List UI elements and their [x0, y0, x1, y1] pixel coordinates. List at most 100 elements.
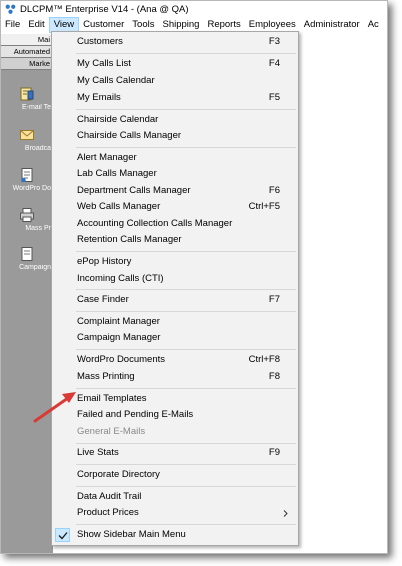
sidebar-item-label: Mass Pr: [25, 225, 51, 232]
menu-item-my-calls-list[interactable]: My Calls List F4: [52, 56, 298, 72]
sidebar-item-wordpro-documents[interactable]: WordPro Do: [1, 167, 53, 192]
menu-item-corporate-directory[interactable]: Corporate Directory: [52, 467, 298, 483]
menu-file[interactable]: File: [1, 17, 24, 33]
menu-item-label: My Calls Calendar: [77, 75, 155, 86]
menu-item-shortcut: F5: [268, 92, 280, 103]
menu-item-label: Incoming Calls (CTI): [77, 273, 164, 284]
sidebar-item-label: Broadca: [24, 145, 51, 152]
menu-item-label: Web Calls Manager: [77, 201, 161, 212]
menu-item-label: Case Finder: [77, 294, 129, 305]
menu-item-label: Customers: [77, 36, 123, 47]
menu-item-label: My Emails: [77, 92, 121, 103]
menu-item-customers[interactable]: Customers F3: [52, 34, 298, 50]
menu-separator: [76, 349, 296, 350]
sidebar-item-email-templates[interactable]: E-mail Te: [1, 86, 53, 111]
menu-item-label: Show Sidebar Main Menu: [77, 529, 186, 540]
menu-item-epop-history[interactable]: ePop History: [52, 254, 298, 270]
app-logo-icon: [5, 4, 16, 14]
menu-item-chairside-calls-manager[interactable]: Chairside Calls Manager: [52, 128, 298, 144]
menu-separator: [76, 53, 296, 54]
menu-item-mass-printing[interactable]: Mass Printing F8: [52, 369, 298, 385]
sidebar-tab-automated[interactable]: Automated: [1, 46, 53, 58]
menu-item-label: Complaint Manager: [77, 316, 160, 327]
menu-item-department-calls-manager[interactable]: Department Calls Manager F6: [52, 183, 298, 199]
menu-item-label: WordPro Documents: [77, 354, 165, 365]
menu-item-label: Corporate Directory: [77, 469, 160, 480]
menu-item-show-sidebar-main-menu[interactable]: Show Sidebar Main Menu: [52, 527, 298, 543]
menu-item-label: Live Stats: [77, 447, 119, 458]
menu-separator: [76, 524, 296, 525]
menu-separator: [76, 486, 296, 487]
menu-item-label: Department Calls Manager: [77, 185, 191, 196]
menu-item-retention-calls-manager[interactable]: Retention Calls Manager: [52, 232, 298, 248]
sidebar-item-broadcast[interactable]: Broadca: [1, 127, 53, 152]
menu-edit[interactable]: Edit: [24, 17, 48, 33]
printer-icon: [20, 208, 34, 222]
menu-item-data-audit-trail[interactable]: Data Audit Trail: [52, 489, 298, 505]
menu-item-web-calls-manager[interactable]: Web Calls Manager Ctrl+F5: [52, 199, 298, 215]
window-title: DLCPM™ Enterprise V14 - (Ana @ QA): [20, 3, 189, 15]
menu-item-label: Product Prices: [77, 507, 139, 518]
menu-item-failed-pending-emails[interactable]: Failed and Pending E-Mails: [52, 407, 298, 423]
sidebar-item-label: E-mail Te: [21, 104, 51, 111]
menu-item-shortcut: Ctrl+F8: [248, 354, 280, 365]
menu-item-label: Chairside Calendar: [77, 114, 159, 125]
menu-item-email-templates[interactable]: Email Templates: [52, 391, 298, 407]
menu-item-lab-calls-manager[interactable]: Lab Calls Manager: [52, 166, 298, 182]
menu-separator: [76, 147, 296, 148]
email-templates-icon: [20, 87, 34, 101]
sidebar-tab-main[interactable]: Mai: [1, 34, 53, 46]
menu-item-alert-manager[interactable]: Alert Manager: [52, 150, 298, 166]
menu-item-shortcut: F7: [268, 294, 280, 305]
menu-item-label: Retention Calls Manager: [77, 234, 182, 245]
menu-item-shortcut: F6: [268, 185, 280, 196]
menu-item-shortcut: F4: [268, 58, 280, 69]
sidebar-tab-marketing[interactable]: Marke: [1, 58, 53, 70]
menu-item-chairside-calendar[interactable]: Chairside Calendar: [52, 112, 298, 128]
menu-item-label: My Calls List: [77, 58, 131, 69]
sidebar: Mai Automated Marke E-mail Te Broadca Wo…: [1, 34, 53, 553]
menu-separator: [76, 443, 296, 444]
menu-item-accounting-collection-calls-manager[interactable]: Accounting Collection Calls Manager: [52, 216, 298, 232]
menu-item-general-emails: General E-Mails: [52, 424, 298, 440]
menu-item-shortcut: Ctrl+F5: [248, 201, 280, 212]
view-menu-dropdown: Customers F3 My Calls List F4 My Calls C…: [51, 31, 299, 546]
sidebar-item-label: Campaign: [19, 264, 51, 271]
menu-item-label: Lab Calls Manager: [77, 168, 157, 179]
checked-indicator: [55, 528, 70, 542]
menu-item-label: Campaign Manager: [77, 332, 161, 343]
campaign-icon: [21, 247, 33, 261]
menu-item-product-prices[interactable]: Product Prices: [52, 505, 298, 521]
sidebar-item-label: WordPro Do: [12, 185, 51, 192]
menu-item-label: Alert Manager: [77, 152, 137, 163]
menu-item-live-stats[interactable]: Live Stats F9: [52, 445, 298, 461]
menu-item-shortcut: F3: [268, 36, 280, 47]
main-content-area: [301, 34, 387, 553]
menu-item-label: General E-Mails: [77, 426, 146, 437]
menu-item-my-emails[interactable]: My Emails F5: [52, 90, 298, 106]
menu-separator: [76, 289, 296, 290]
menu-item-incoming-calls-cti[interactable]: Incoming Calls (CTI): [52, 271, 298, 287]
menu-separator: [76, 311, 296, 312]
broadcast-envelope-icon: [20, 130, 34, 140]
menu-accounting[interactable]: Ac: [364, 17, 383, 33]
sidebar-item-campaign[interactable]: Campaign: [1, 246, 53, 271]
menu-item-label: Failed and Pending E-Mails: [77, 409, 194, 420]
menu-item-campaign-manager[interactable]: Campaign Manager: [52, 330, 298, 346]
menu-item-complaint-manager[interactable]: Complaint Manager: [52, 314, 298, 330]
menu-item-case-finder[interactable]: Case Finder F7: [52, 292, 298, 308]
menu-administrator[interactable]: Administrator: [300, 17, 364, 33]
sidebar-item-mass-printing[interactable]: Mass Pr: [1, 207, 53, 232]
menu-item-shortcut: F8: [268, 371, 280, 382]
menu-item-label: Data Audit Trail: [77, 491, 142, 502]
menu-item-label: ePop History: [77, 256, 132, 267]
menu-separator: [76, 251, 296, 252]
menu-item-label: Accounting Collection Calls Manager: [77, 218, 233, 229]
menu-item-shortcut: F9: [268, 447, 280, 458]
menu-item-my-calls-calendar[interactable]: My Calls Calendar: [52, 73, 298, 89]
menu-item-label: Chairside Calls Manager: [77, 130, 182, 141]
chevron-right-icon: [283, 510, 288, 517]
menu-item-wordpro-documents[interactable]: WordPro Documents Ctrl+F8: [52, 352, 298, 368]
menu-separator: [76, 464, 296, 465]
checkmark-icon: [58, 532, 68, 540]
